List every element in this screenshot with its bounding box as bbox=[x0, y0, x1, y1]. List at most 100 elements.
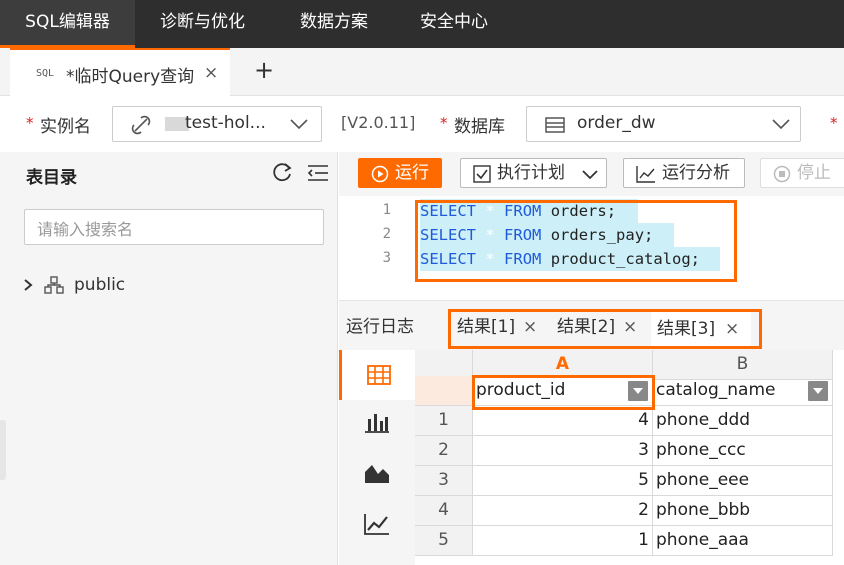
explain-plan-button[interactable]: 执行计划 bbox=[460, 158, 607, 188]
database-select[interactable]: order_dw bbox=[526, 106, 801, 142]
tree-item-public[interactable]: public bbox=[74, 275, 125, 295]
tab-result-2[interactable]: 结果[2] × bbox=[551, 309, 649, 347]
cell-product-id[interactable]: 2 bbox=[473, 496, 653, 526]
instance-label: 实例名 bbox=[40, 117, 91, 137]
keyword: SELECT bbox=[420, 226, 476, 244]
play-icon bbox=[371, 165, 389, 183]
star: * bbox=[485, 250, 495, 268]
refresh-icon[interactable] bbox=[270, 161, 294, 185]
row-number: 1 bbox=[415, 406, 473, 436]
cell-catalog-name[interactable]: phone_aaa bbox=[653, 526, 833, 556]
cell-catalog-name[interactable]: phone_eee bbox=[653, 466, 833, 496]
chevron-right-icon[interactable] bbox=[22, 278, 34, 292]
database-icon bbox=[545, 117, 565, 133]
nav-diagnose[interactable]: 诊断与优化 bbox=[135, 0, 270, 48]
line-number: 2 bbox=[382, 226, 391, 242]
add-tab-icon[interactable]: + bbox=[254, 56, 274, 84]
chevron-down-icon bbox=[582, 170, 598, 180]
column-header-catalog-name[interactable]: catalog_name bbox=[653, 376, 833, 406]
keyword: FROM bbox=[504, 202, 542, 220]
checkbox-icon bbox=[473, 165, 491, 183]
cell-product-id[interactable]: 1 bbox=[473, 526, 653, 556]
panel-title: 表目录 bbox=[26, 168, 77, 188]
cell-catalog-name[interactable]: phone_ddd bbox=[653, 406, 833, 436]
column-header-label: catalog_name bbox=[656, 380, 776, 400]
header-row-num bbox=[415, 376, 473, 406]
keyword: FROM bbox=[504, 226, 542, 244]
filter-dropdown-icon[interactable] bbox=[628, 381, 648, 401]
code-line: SELECT * FROM product_catalog; bbox=[420, 247, 720, 271]
row-number: 2 bbox=[415, 436, 473, 466]
chart-icon bbox=[636, 166, 655, 183]
chevron-down-icon bbox=[772, 119, 790, 130]
bar-chart-icon[interactable] bbox=[339, 397, 415, 447]
connection-toolbar: * 实例名 test-hol... [V2.0.11] * 数据库 order_… bbox=[0, 96, 844, 152]
row-number: 5 bbox=[415, 526, 473, 556]
tab-label: 结果[1] bbox=[457, 317, 516, 337]
close-icon[interactable]: × bbox=[623, 309, 637, 345]
tab-result-3[interactable]: 结果[3] × bbox=[651, 309, 751, 347]
run-analysis-button[interactable]: 运行分析 bbox=[623, 158, 745, 188]
view-mode-bar bbox=[339, 350, 415, 565]
close-icon[interactable]: × bbox=[523, 309, 537, 345]
nav-security[interactable]: 安全中心 bbox=[394, 0, 514, 48]
column-header-label: product_id bbox=[476, 380, 566, 400]
run-label: 运行 bbox=[395, 163, 429, 183]
keyword: FROM bbox=[504, 250, 542, 268]
table-catalog-panel: 表目录 请输入搜索名 public bbox=[0, 152, 338, 565]
table-name: orders; bbox=[550, 202, 617, 220]
grid-view-icon[interactable] bbox=[339, 350, 415, 400]
required-mark: * bbox=[26, 114, 34, 132]
stop-label: 停止 bbox=[797, 163, 831, 183]
tab-label: 结果[3] bbox=[657, 319, 716, 339]
cell-catalog-name[interactable]: phone_bbb bbox=[653, 496, 833, 526]
collapse-menu-icon[interactable] bbox=[306, 163, 330, 183]
explain-plan-label: 执行计划 bbox=[497, 163, 565, 183]
cell-product-id[interactable]: 3 bbox=[473, 436, 653, 466]
query-tab-title: *临时Query查询 bbox=[66, 67, 195, 87]
line-number: 1 bbox=[382, 202, 391, 218]
row-number: 4 bbox=[415, 496, 473, 526]
editor-action-bar: 运行 执行计划 运行分析 停止 bbox=[339, 152, 844, 196]
star: * bbox=[485, 226, 495, 244]
row-number: 3 bbox=[415, 466, 473, 496]
nav-data-solution[interactable]: 数据方案 bbox=[274, 0, 394, 48]
panel-collapse-handle[interactable] bbox=[0, 420, 6, 480]
version-label: [V2.0.11] bbox=[341, 113, 416, 132]
code-line: SELECT * FROM orders_pay; bbox=[420, 223, 674, 247]
database-label: 数据库 bbox=[454, 117, 505, 137]
tab-label: 结果[2] bbox=[557, 317, 616, 337]
instance-link-icon bbox=[131, 115, 151, 135]
search-placeholder: 请输入搜索名 bbox=[37, 220, 134, 239]
tab-result-1[interactable]: 结果[1] × bbox=[451, 309, 549, 347]
tab-run-log[interactable]: 运行日志 bbox=[346, 309, 414, 347]
sql-icon: SQL bbox=[36, 68, 55, 79]
cell-catalog-name[interactable]: phone_ccc bbox=[653, 436, 833, 466]
keyword: SELECT bbox=[420, 250, 476, 268]
top-nav: SQL编辑器 诊断与优化 数据方案 安全中心 bbox=[0, 0, 844, 48]
result-tabs-bar: 运行日志 结果[1] × 结果[2] × 结果[3] × bbox=[339, 300, 844, 350]
close-icon[interactable]: × bbox=[725, 311, 739, 347]
stop-button[interactable]: 停止 bbox=[760, 158, 844, 188]
instance-select[interactable]: test-hol... bbox=[112, 106, 322, 142]
chevron-down-icon bbox=[290, 119, 308, 130]
nav-sql-editor[interactable]: SQL编辑器 bbox=[0, 0, 135, 48]
column-header-product-id[interactable]: product_id bbox=[473, 376, 653, 406]
cell-product-id[interactable]: 5 bbox=[473, 466, 653, 496]
run-button[interactable]: 运行 bbox=[358, 158, 442, 188]
query-tab-strip: SQL *临时Query查询 × + bbox=[0, 48, 844, 96]
query-tab[interactable]: SQL *临时Query查询 × bbox=[10, 48, 230, 96]
search-input[interactable]: 请输入搜索名 bbox=[24, 209, 324, 245]
required-mark-extra: * bbox=[830, 114, 838, 132]
schema-icon bbox=[44, 276, 64, 294]
close-icon[interactable]: × bbox=[204, 63, 218, 83]
line-chart-icon[interactable] bbox=[339, 499, 415, 549]
area-chart-icon[interactable] bbox=[339, 448, 415, 498]
cell-product-id[interactable]: 4 bbox=[473, 406, 653, 436]
code-line: SELECT * FROM orders; bbox=[420, 199, 638, 223]
stop-icon bbox=[773, 165, 791, 183]
database-value: order_dw bbox=[577, 113, 656, 133]
result-grid: A B product_id catalog_name 1 4 phone_dd… bbox=[415, 350, 844, 565]
filter-dropdown-icon[interactable] bbox=[808, 381, 828, 401]
line-number: 3 bbox=[382, 250, 391, 266]
